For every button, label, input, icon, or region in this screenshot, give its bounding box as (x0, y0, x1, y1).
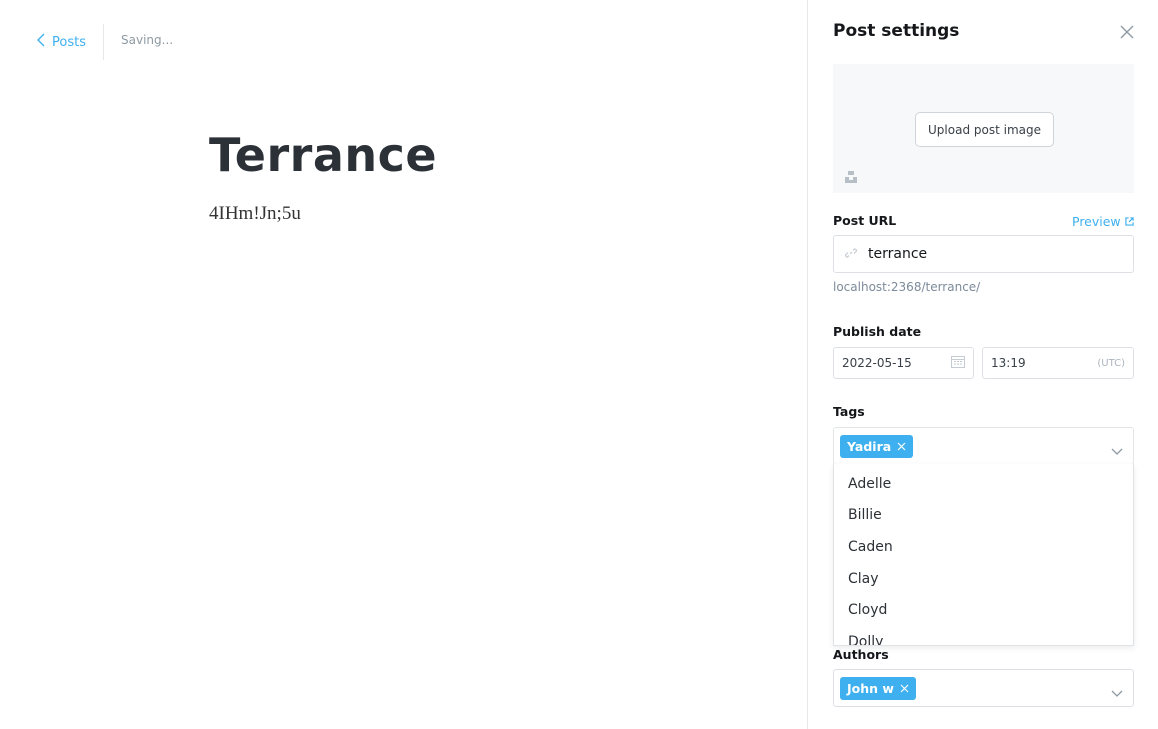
tag-option[interactable]: Billie (834, 500, 1133, 532)
app: Posts Saving... Terrance 4IHm!Jn;5u Post… (0, 0, 1158, 729)
post-url-label: Post URL (833, 213, 897, 228)
remove-author-icon[interactable] (900, 681, 909, 696)
tag-option[interactable]: Clay (834, 563, 1133, 595)
chevron-down-icon[interactable] (1111, 683, 1123, 697)
upload-image-button[interactable]: Upload post image (915, 112, 1054, 147)
preview-label: Preview (1072, 214, 1121, 229)
tag-option[interactable]: Cloyd (834, 594, 1133, 626)
tags-input[interactable]: Yadira (833, 427, 1134, 465)
post-body[interactable]: 4IHm!Jn;5u (209, 203, 301, 225)
link-icon (844, 245, 858, 264)
post-url-field[interactable] (833, 235, 1134, 273)
tag-option[interactable]: Dolly (834, 626, 1133, 645)
publish-date-field[interactable]: 2022-05-15 (833, 347, 974, 379)
tag-chip-label: Yadira (847, 438, 892, 454)
editor: Posts Saving... Terrance 4IHm!Jn;5u (0, 0, 808, 729)
timezone-label: (UTC) (1097, 357, 1125, 369)
tags-dropdown[interactable]: Adelle Billie Caden Clay Cloyd Dolly (833, 464, 1134, 646)
publish-date-label: Publish date (833, 324, 922, 339)
post-title[interactable]: Terrance (209, 128, 437, 182)
header-divider (103, 24, 104, 60)
tag-option[interactable]: Caden (834, 531, 1133, 563)
post-image-area: Upload post image (833, 64, 1134, 193)
publish-time-value: 13:19 (991, 356, 1026, 370)
chevron-left-icon (36, 33, 46, 51)
authors-input[interactable]: John w (833, 669, 1134, 707)
save-status: Saving... (121, 33, 174, 47)
author-chip-label: John w (847, 680, 894, 696)
close-button[interactable] (1120, 24, 1134, 39)
external-link-icon (1124, 214, 1134, 229)
post-url-hint: localhost:2368/terrance/ (833, 280, 981, 294)
publish-date-value: 2022-05-15 (842, 356, 912, 370)
unsplash-icon[interactable] (844, 169, 858, 183)
author-chip[interactable]: John w (840, 676, 916, 700)
preview-link[interactable]: Preview (1072, 214, 1134, 229)
authors-label: Authors (833, 647, 889, 662)
tag-option[interactable]: Adelle (834, 468, 1133, 500)
tag-chip[interactable]: Yadira (840, 434, 914, 458)
back-link-label: Posts (52, 34, 86, 50)
back-to-posts-link[interactable]: Posts (36, 32, 86, 52)
publish-time-field[interactable]: 13:19 (UTC) (982, 347, 1134, 379)
panel-title: Post settings (833, 21, 960, 41)
tags-label: Tags (833, 404, 865, 419)
close-icon (1120, 24, 1134, 43)
remove-tag-icon[interactable] (897, 439, 906, 454)
post-settings-panel: Post settings Upload post image Post URL… (807, 0, 1158, 729)
chevron-down-icon[interactable] (1111, 441, 1123, 455)
post-url-input[interactable] (868, 246, 1108, 262)
calendar-icon[interactable] (951, 355, 965, 371)
